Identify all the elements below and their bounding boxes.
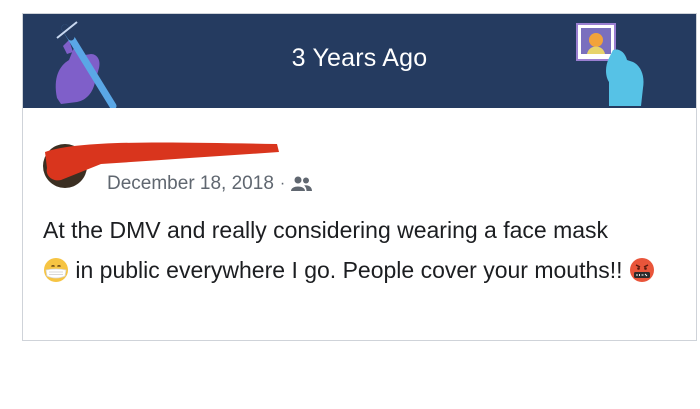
post-text-line1: At the DMV and really considering wearin…: [43, 217, 609, 243]
post-text-line2: in public everywhere I go. People cover …: [75, 257, 629, 283]
face-with-medical-mask-icon: [44, 258, 68, 282]
post-meta: December 18, 2018 ·: [107, 173, 313, 195]
post-date[interactable]: December 18, 2018: [107, 173, 274, 195]
memory-card: 3 Years Ago December 18, 2018 · At the D…: [22, 13, 697, 341]
face-with-symbols-on-mouth-icon: [629, 258, 654, 282]
memory-banner: 3 Years Ago: [23, 14, 696, 108]
meta-separator: ·: [279, 175, 286, 192]
memory-title: 3 Years Ago: [291, 44, 428, 72]
post-text: At the DMV and really considering wearin…: [43, 210, 683, 290]
friends-icon: [291, 176, 313, 191]
